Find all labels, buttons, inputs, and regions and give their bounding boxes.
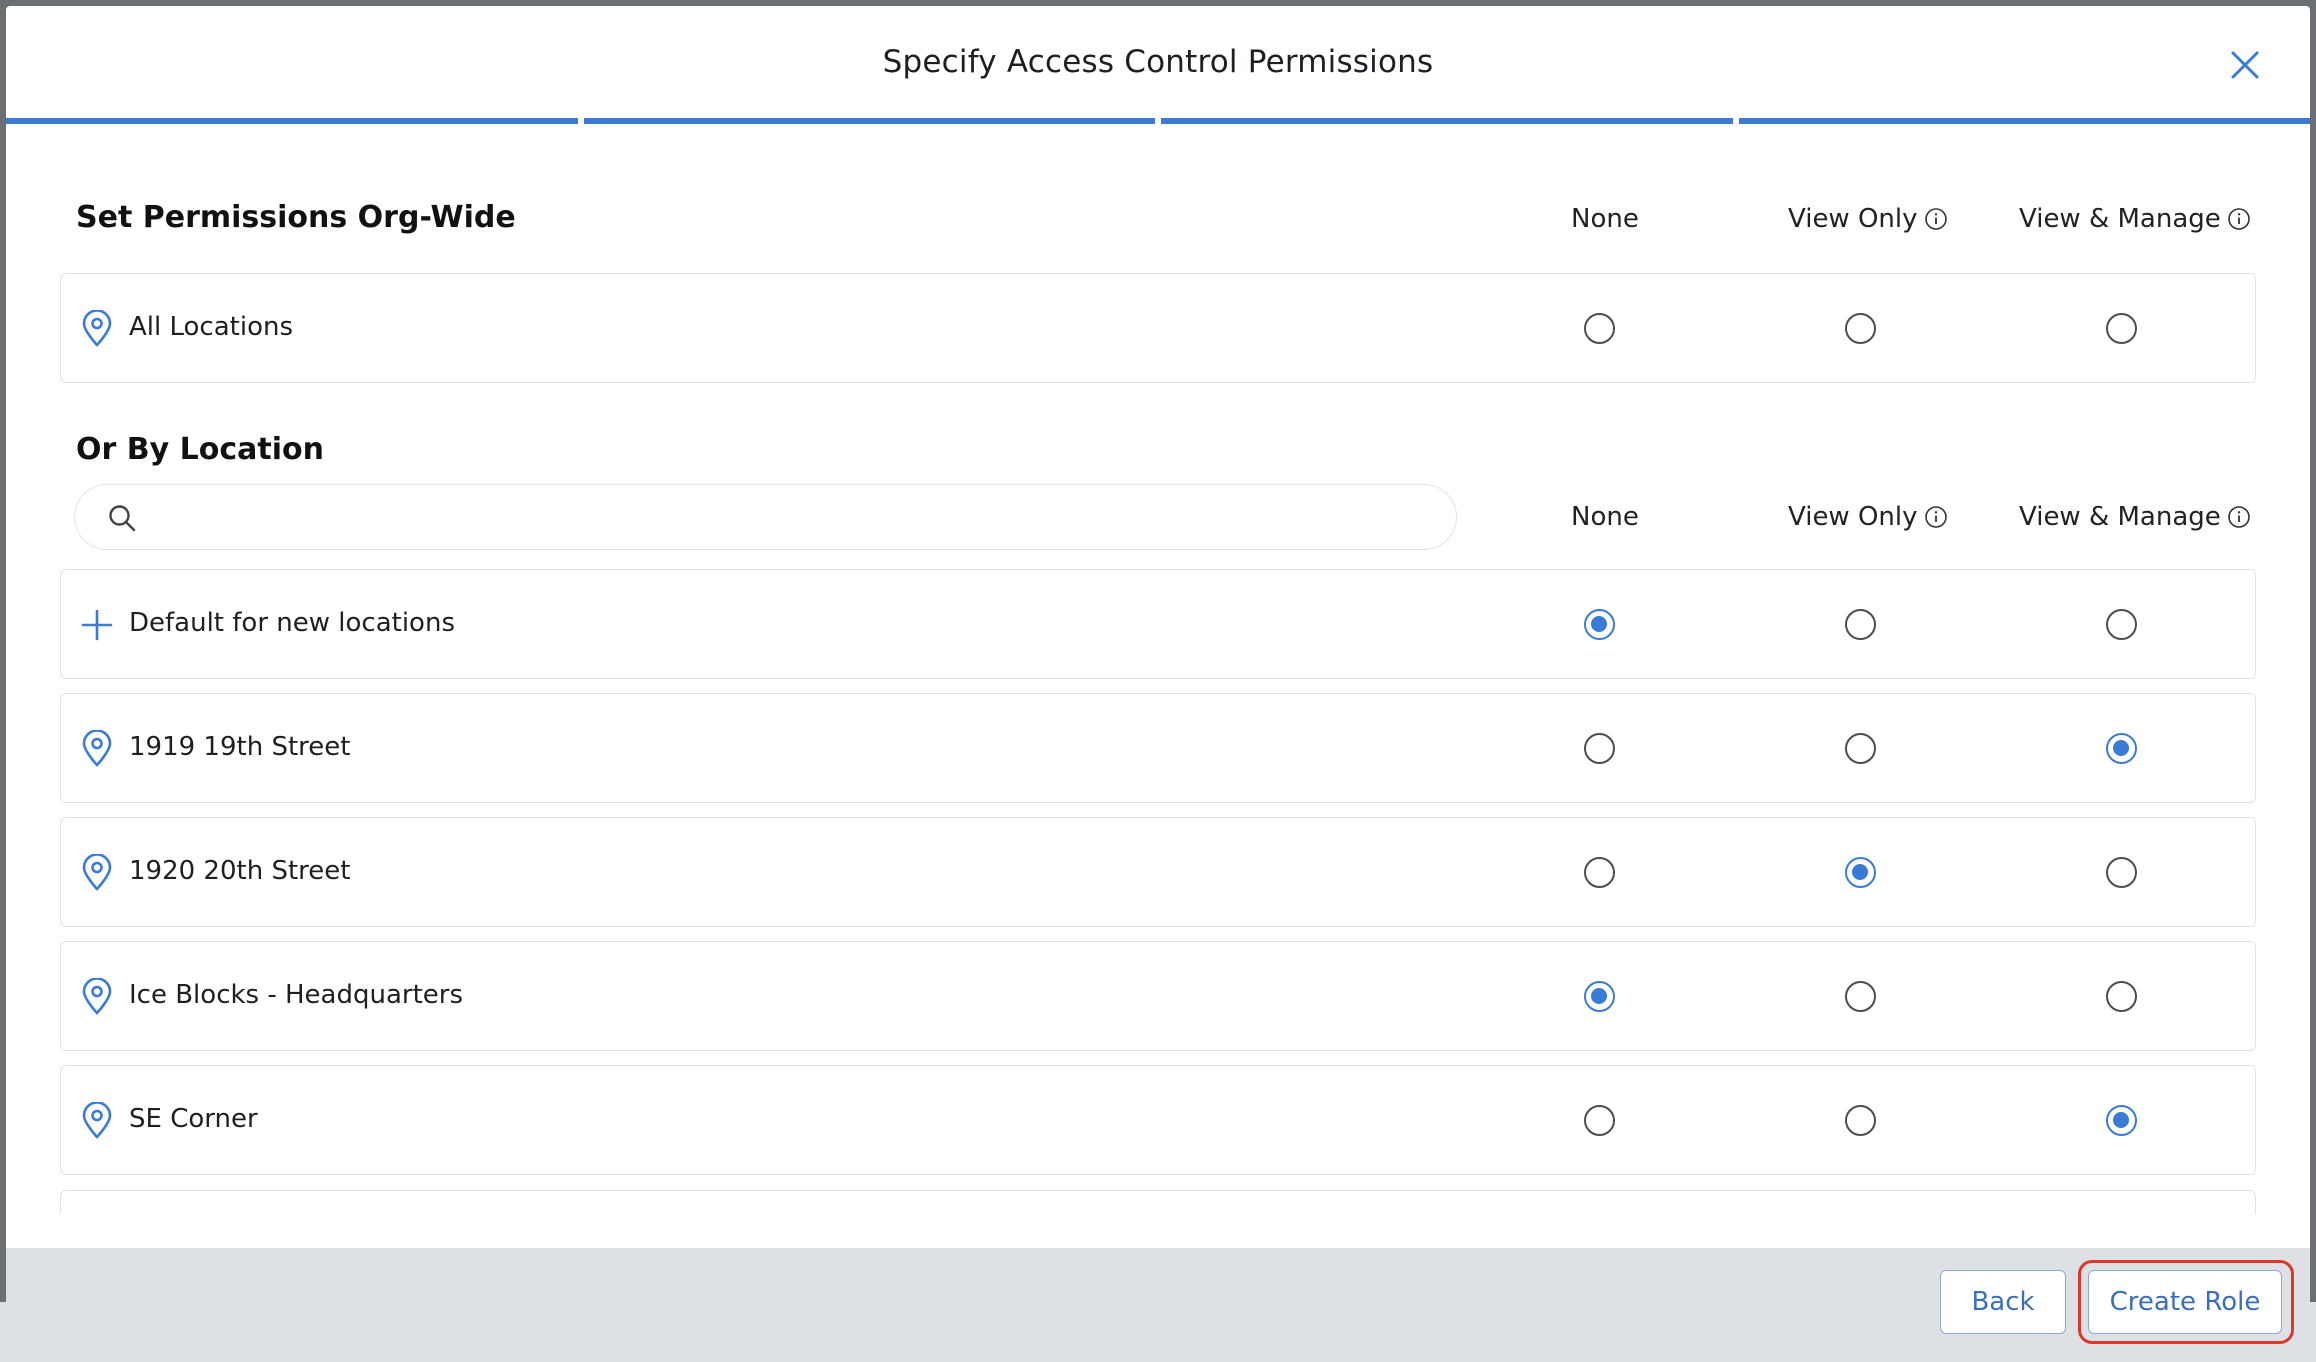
row-location: 1919 19th Street — [60, 693, 2256, 803]
radio-none[interactable] — [1584, 313, 1615, 344]
location-pin-icon — [82, 854, 112, 891]
radio-view-only[interactable] — [1845, 981, 1876, 1012]
modal-content: Set Permissions Org-Wide None View Only … — [6, 124, 2310, 1214]
radio-view-manage[interactable] — [2106, 981, 2137, 1012]
back-button[interactable]: Back — [1940, 1270, 2066, 1334]
row-label: SE Corner — [129, 1104, 258, 1134]
location-pin-icon — [82, 730, 112, 767]
by-location-title: Or By Location — [76, 432, 324, 467]
radio-view-only[interactable] — [1845, 313, 1876, 344]
search-icon — [109, 505, 136, 532]
radio-none[interactable] — [1584, 733, 1615, 764]
permissions-modal: Specify Access Control Permissions Set P… — [6, 6, 2310, 1356]
radio-view-manage[interactable] — [2106, 313, 2137, 344]
search-input[interactable] — [155, 495, 1435, 539]
column-none: None — [1571, 502, 1639, 532]
info-icon[interactable] — [2227, 505, 2251, 529]
row-default-new-locations: Default for new locations — [60, 569, 2256, 679]
radio-view-manage[interactable] — [2106, 609, 2137, 640]
row-label: 1920 20th Street — [129, 856, 351, 886]
row-label: Default for new locations — [129, 608, 455, 638]
radio-view-only[interactable] — [1845, 1105, 1876, 1136]
radio-none[interactable] — [1584, 981, 1615, 1012]
radio-view-only[interactable] — [1845, 857, 1876, 888]
column-view-only: View Only — [1788, 204, 1948, 234]
row-location: 1920 20th Street — [60, 817, 2256, 927]
location-pin-icon — [82, 978, 112, 1015]
create-role-button[interactable]: Create Role — [2088, 1270, 2282, 1334]
radio-view-manage[interactable] — [2106, 857, 2137, 888]
row-label: 1919 19th Street — [129, 732, 351, 762]
location-pin-icon — [82, 1102, 112, 1139]
radio-view-only[interactable] — [1845, 609, 1876, 640]
column-none: None — [1571, 204, 1639, 234]
row-label: Ice Blocks - Headquarters — [129, 980, 464, 1010]
column-view-only: View Only — [1788, 502, 1948, 532]
radio-view-manage[interactable] — [2106, 733, 2137, 764]
radio-none[interactable] — [1584, 609, 1615, 640]
row-location: Ice Blocks - Headquarters — [60, 941, 2256, 1051]
info-icon[interactable] — [1924, 207, 1948, 231]
radio-none[interactable] — [1584, 1105, 1615, 1136]
row-location: SE Corner — [60, 1065, 2256, 1175]
org-wide-title: Set Permissions Org-Wide — [76, 200, 516, 235]
row-all-locations: All Locations — [60, 273, 2256, 383]
modal-footer: Back Create Role — [6, 1248, 2310, 1356]
row-label: All Locations — [129, 312, 294, 342]
info-icon[interactable] — [2227, 207, 2251, 231]
modal-title: Specify Access Control Permissions — [882, 44, 1434, 80]
column-view-manage: View & Manage — [2019, 204, 2251, 234]
location-search[interactable] — [74, 484, 1457, 550]
info-icon[interactable] — [1924, 505, 1948, 529]
plus-icon — [81, 609, 113, 641]
radio-view-manage[interactable] — [2106, 1105, 2137, 1136]
location-pin-icon — [82, 310, 112, 347]
column-view-manage: View & Manage — [2019, 502, 2251, 532]
close-icon — [2231, 51, 2259, 79]
modal-header: Specify Access Control Permissions — [6, 6, 2310, 124]
row-location-partial — [60, 1190, 2256, 1214]
close-button[interactable] — [2228, 48, 2262, 82]
radio-none[interactable] — [1584, 857, 1615, 888]
radio-view-only[interactable] — [1845, 733, 1876, 764]
